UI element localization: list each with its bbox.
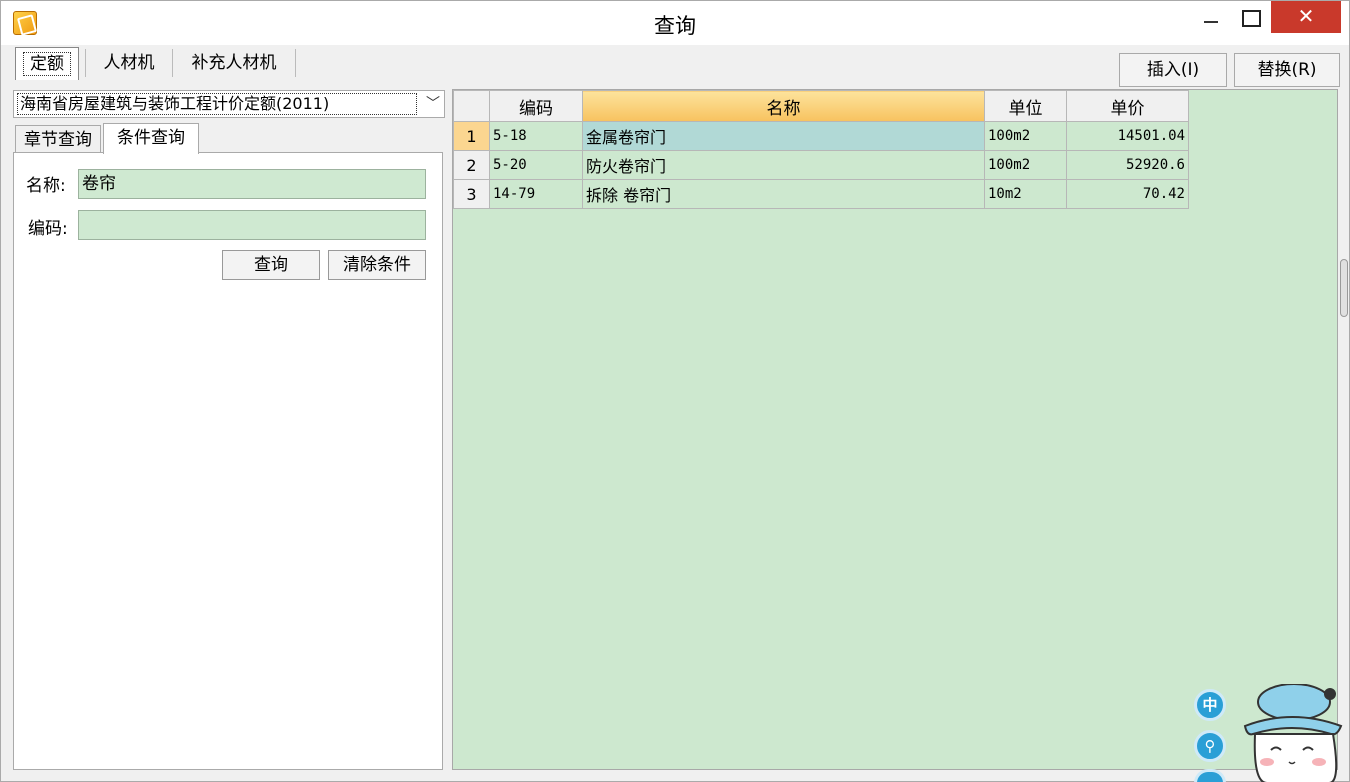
tab-supplementary-lmm[interactable]: 补充人材机 <box>177 47 291 81</box>
name-input[interactable]: 卷帘 <box>78 169 426 199</box>
tab-quota[interactable]: 定额 <box>15 47 79 80</box>
cell-code[interactable]: 14-79 <box>489 179 583 209</box>
cell-unit[interactable]: 100m2 <box>984 121 1067 151</box>
table-row[interactable]: 3 14-79 拆除 卷帘门 10m2 70.42 <box>453 179 1189 209</box>
tab-divider <box>85 49 86 77</box>
tab-labor-material-machine[interactable]: 人材机 <box>91 47 167 81</box>
ime-mic-icon[interactable]: ⚲ <box>1194 730 1226 762</box>
code-input[interactable] <box>78 210 426 240</box>
name-label: 名称: <box>26 176 66 196</box>
column-header-unit[interactable]: 单位 <box>984 90 1067 122</box>
cell-name[interactable]: 拆除 卷帘门 <box>582 179 985 209</box>
cell-code[interactable]: 5-20 <box>489 150 583 180</box>
row-number[interactable]: 2 <box>453 150 490 180</box>
cell-unit[interactable]: 100m2 <box>984 150 1067 180</box>
cell-price[interactable]: 70.42 <box>1066 179 1189 209</box>
cell-price[interactable]: 52920.6 <box>1066 150 1189 180</box>
tab-divider <box>295 49 296 77</box>
insert-button[interactable]: 插入(I) <box>1119 53 1227 87</box>
minimize-button[interactable] <box>1193 1 1229 33</box>
close-icon: ✕ <box>1297 4 1315 28</box>
cell-price[interactable]: 14501.04 <box>1066 121 1189 151</box>
table-row[interactable]: 1 5-18 金属卷帘门 100m2 14501.04 <box>453 121 1189 151</box>
assistant-mascot-icon[interactable] <box>1237 684 1347 782</box>
cell-unit[interactable]: 10m2 <box>984 179 1067 209</box>
cell-name[interactable]: 金属卷帘门 <box>582 121 985 151</box>
close-button[interactable]: ✕ <box>1271 1 1341 33</box>
column-header-name[interactable]: 名称 <box>582 90 985 122</box>
tab-divider <box>172 49 173 77</box>
title-bar: 查询 ✕ <box>1 1 1349 45</box>
row-number[interactable]: 3 <box>453 179 490 209</box>
condition-search-panel: 名称: 卷帘 编码: 查询 清除条件 <box>13 152 443 770</box>
row-number-header <box>453 90 490 122</box>
quota-library-select[interactable]: 海南省房屋建筑与装饰工程计价定额(2011) ﹀ <box>13 90 445 118</box>
tab-condition-search[interactable]: 条件查询 <box>103 123 199 154</box>
code-label: 编码: <box>28 219 68 239</box>
ime-language-icon[interactable]: 中 <box>1194 689 1226 721</box>
cell-code[interactable]: 5-18 <box>489 121 583 151</box>
window-title: 查询 <box>654 14 696 38</box>
table-row[interactable]: 2 5-20 防火卷帘门 100m2 52920.6 <box>453 150 1189 180</box>
chevron-down-icon[interactable]: ﹀ <box>426 93 440 113</box>
clear-conditions-button[interactable]: 清除条件 <box>328 250 426 280</box>
results-table: 编码 名称 单位 单价 1 5-18 金属卷帘门 100m2 14501.04 … <box>453 90 1189 209</box>
replace-button[interactable]: 替换(R) <box>1234 53 1340 87</box>
column-header-code[interactable]: 编码 <box>489 90 583 122</box>
cell-name[interactable]: 防火卷帘门 <box>582 150 985 180</box>
ime-extra-icon[interactable] <box>1194 769 1226 782</box>
quota-library-value: 海南省房屋建筑与装饰工程计价定额(2011) <box>17 93 417 115</box>
column-header-price[interactable]: 单价 <box>1066 90 1189 122</box>
row-number[interactable]: 1 <box>453 121 490 151</box>
query-dialog: 查询 ✕ 定额 人材机 补充人材机 插入(I) 替换(R) 海南省房屋建筑与装饰… <box>0 0 1350 782</box>
maximize-button[interactable] <box>1235 1 1265 33</box>
query-button[interactable]: 查询 <box>222 250 320 280</box>
results-grid: 编码 名称 单位 单价 1 5-18 金属卷帘门 100m2 14501.04 … <box>452 89 1338 770</box>
grid-header-row: 编码 名称 单位 单价 <box>453 90 1189 122</box>
tab-chapter-search[interactable]: 章节查询 <box>15 125 101 153</box>
scrollbar-thumb[interactable] <box>1340 259 1348 317</box>
